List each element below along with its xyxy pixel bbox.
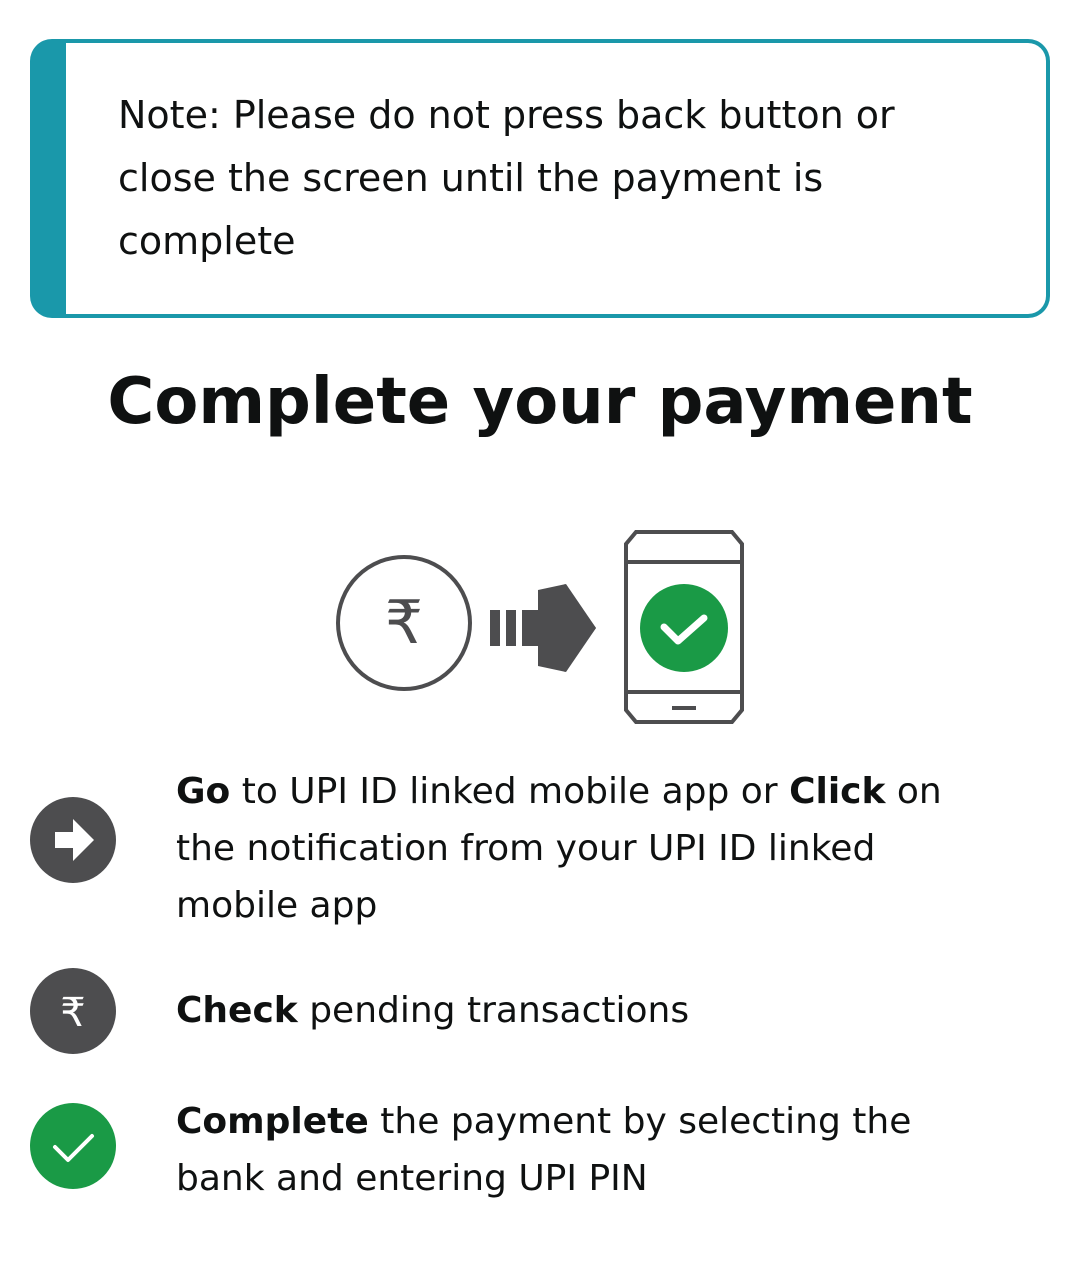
arrow-right-icon [30,797,116,883]
page-title: Complete your payment [107,365,973,439]
payment-note-text: Note: Please do not press back button or… [118,93,895,263]
step-complete-payment-text: Complete the payment by selecting the ba… [176,1093,956,1207]
step-go-to-app-text: Go to UPI ID linked mobile app or Click … [176,763,956,934]
step-click-bold: Click [789,771,886,812]
step-go-bold: Go [176,771,231,812]
payment-illustration-svg: ₹ [336,530,744,724]
step-rupee-symbol: ₹ [60,990,85,1036]
checkmark-icon [30,1103,116,1189]
rupee-circle-icon: ₹ [336,555,472,691]
rupee-symbol: ₹ [385,588,423,658]
payment-illustration: ₹ [330,528,750,728]
arrow-right-icon [490,584,596,672]
step-check-pending-text: Check pending transactions [176,982,956,1039]
rupee-icon: ₹ [30,968,116,1054]
step-check-text: pending transactions [297,990,690,1031]
step-check-bold: Check [176,990,298,1031]
step-complete-bold: Complete [176,1101,369,1142]
step-go-text: to UPI ID linked mobile app or [230,771,790,812]
phone-check-icon [624,530,744,724]
